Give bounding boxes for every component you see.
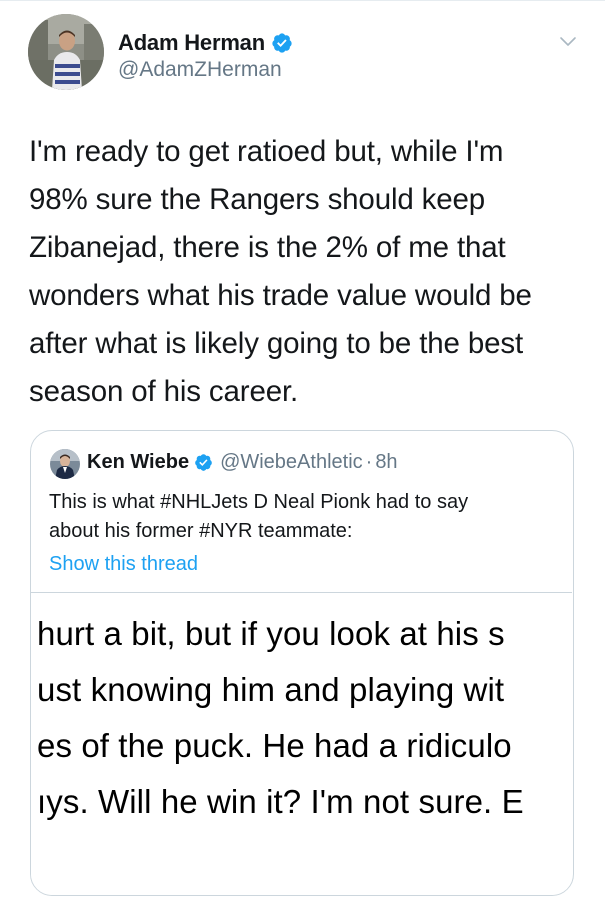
quoted-text-line: about his former #NYR teammate:	[49, 520, 353, 542]
tweet-text-line: Zibanejad, there is the 2% of me that	[29, 231, 506, 264]
tweet-text-line: after what is likely going to be the bes…	[29, 327, 523, 360]
verified-badge-icon	[271, 32, 293, 54]
media-text-line: es of the puck. He had a ridiculo	[37, 727, 512, 764]
tweet-text-line: 98% sure the Rangers should keep	[29, 183, 486, 216]
tweet-text-line: I'm ready to get ratioed but, while I'm	[29, 135, 504, 168]
media-text-line: ıys. Will he win it? I'm not sure. E	[37, 783, 524, 820]
show-thread-link[interactable]: Show this thread	[49, 553, 198, 576]
quoted-author-avatar[interactable]	[50, 449, 80, 479]
quoted-tweet-text: This is what #NHLJets D Neal Pionk had t…	[49, 488, 559, 546]
quoted-media-image[interactable]: hurt a bit, but if you look at his s ust…	[31, 592, 572, 895]
author-handle[interactable]: @AdamZHerman	[118, 58, 282, 82]
verified-badge-icon	[194, 453, 213, 472]
tweet-text: I'm ready to get ratioed but, while I'm …	[29, 128, 589, 416]
quoted-tweet-card[interactable]: Ken Wiebe @WiebeAthletic · 8h This is wh…	[30, 430, 574, 896]
author-display-name[interactable]: Adam Herman	[118, 30, 265, 56]
top-divider	[0, 0, 605, 1]
media-text-line: hurt a bit, but if you look at his s	[37, 615, 505, 652]
media-text-line: ust knowing him and playing wit	[37, 671, 505, 708]
quoted-tweet-timestamp[interactable]: 8h	[375, 451, 397, 474]
chevron-down-icon[interactable]	[557, 30, 579, 52]
quoted-author-display-name[interactable]: Ken Wiebe	[87, 451, 189, 474]
tweet-text-line: season of his career.	[29, 375, 299, 408]
author-avatar[interactable]	[28, 14, 104, 90]
quoted-author-handle[interactable]: @WiebeAthletic	[220, 451, 363, 474]
separator-dot: ·	[365, 451, 373, 473]
tweet-text-line: wonders what his trade value would be	[29, 279, 532, 312]
quoted-text-line: This is what #NHLJets D Neal Pionk had t…	[49, 491, 469, 513]
